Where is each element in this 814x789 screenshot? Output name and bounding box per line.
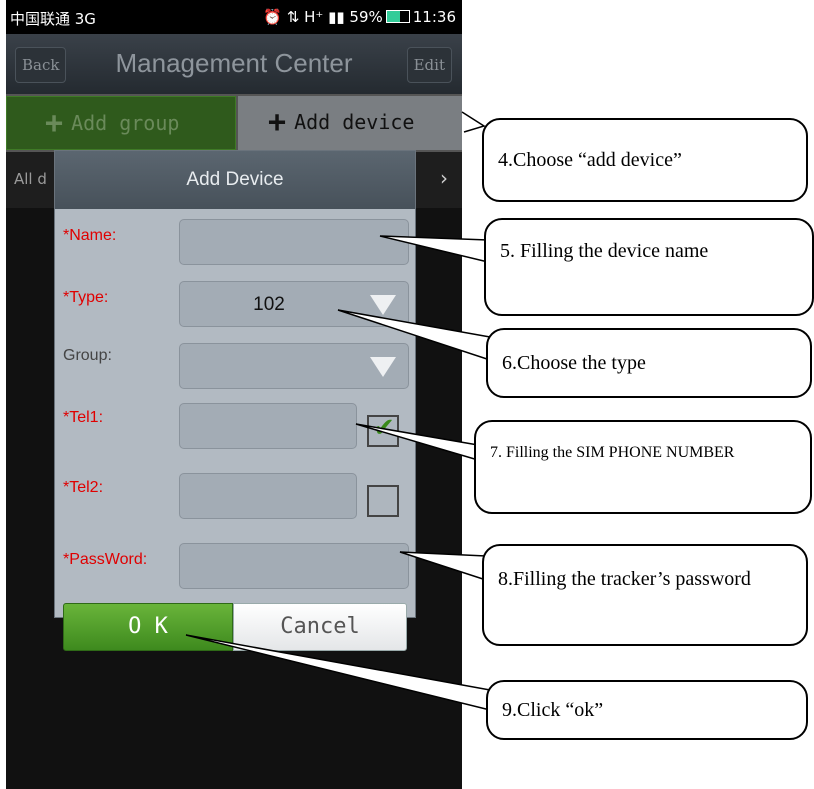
callout-5-pointer [379,235,489,263]
callout-6: 6.Choose the type [486,328,812,398]
callout-4-pointer [461,111,486,133]
callout-8-pointer [399,551,487,581]
callout-7: 7. Filling the SIM PHONE NUMBER [474,420,812,514]
callout-8: 8.Filling the tracker’s password [482,544,808,646]
callout-5: 5. Filling the device name [484,218,814,316]
callout-9-pointer [185,634,491,711]
callout-6-pointer [337,309,491,361]
callout-7-pointer [355,423,479,461]
callout-9: 9.Click “ok” [486,680,808,740]
callout-4: 4.Choose “add device” [482,118,808,202]
